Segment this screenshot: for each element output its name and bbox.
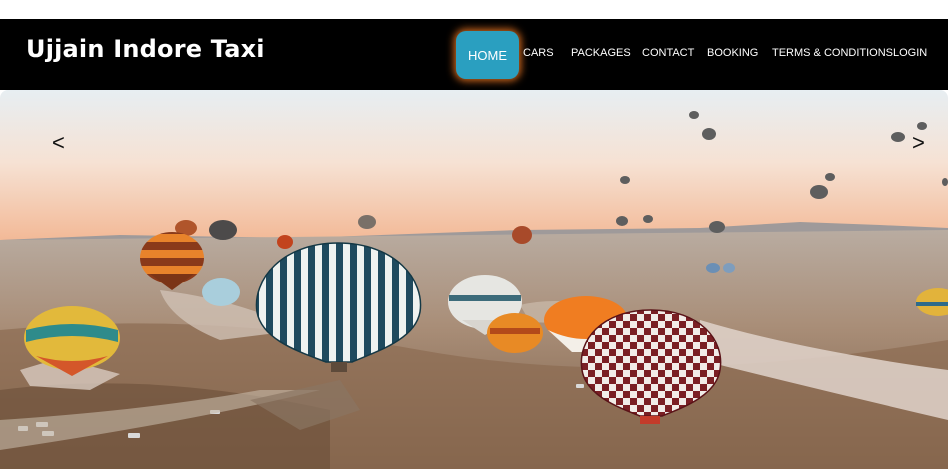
hero-slider: < > <box>0 90 948 469</box>
nav-item-packages[interactable]: PACKAGES <box>571 47 631 59</box>
nav-item-cars[interactable]: CARS <box>523 47 554 59</box>
navbar: Ujjain Indore Taxi HOME CARS PACKAGES CO… <box>0 19 948 90</box>
nav-item-login[interactable]: LOGIN <box>893 47 927 59</box>
hero-image-balloons <box>0 90 948 469</box>
nav-item-contact[interactable]: CONTACT <box>642 47 694 59</box>
nav-item-home[interactable]: HOME <box>456 31 519 79</box>
slider-prev-arrow[interactable]: < <box>52 130 65 156</box>
nav-item-terms[interactable]: TERMS & CONDITIONS <box>772 47 893 59</box>
nav-item-booking[interactable]: BOOKING <box>707 47 758 59</box>
top-gap <box>0 0 948 19</box>
slider-next-arrow[interactable]: > <box>912 130 925 156</box>
main-nav: HOME CARS PACKAGES CONTACT BOOKING TERMS… <box>0 19 948 90</box>
